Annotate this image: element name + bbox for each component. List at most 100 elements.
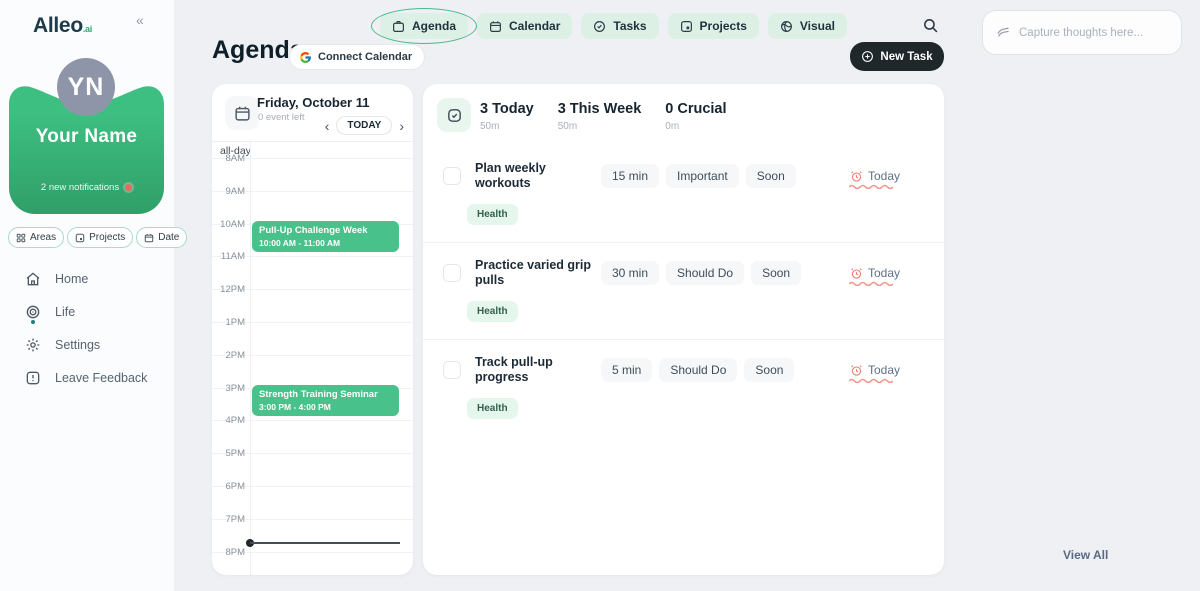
- tab-agenda[interactable]: Agenda: [380, 13, 468, 39]
- capture-thoughts-box: [982, 10, 1182, 55]
- calendar-icon: [144, 233, 154, 243]
- tag-health: Health: [467, 301, 518, 322]
- connect-calendar-button[interactable]: Connect Calendar: [289, 44, 425, 70]
- hour-label: 6PM: [212, 481, 245, 492]
- wavy-underline: [849, 184, 893, 189]
- task-list: Plan weekly workouts 15 min Important So…: [423, 146, 944, 436]
- task-checkbox[interactable]: [443, 167, 461, 185]
- sidebar-filter-projects[interactable]: Projects: [67, 227, 133, 248]
- tag-health: Health: [467, 204, 518, 225]
- hour-label: 7PM: [212, 514, 245, 525]
- tab-visual[interactable]: Visual: [768, 13, 847, 39]
- stat-this-week: 3 This Week 50m: [558, 101, 642, 132]
- event-time: 10:00 AM - 11:00 AM: [259, 238, 392, 248]
- calendar-date-title: Friday, October 11: [257, 95, 369, 110]
- target-icon: [25, 304, 41, 320]
- today-button[interactable]: TODAY: [336, 116, 392, 135]
- globe-icon: [780, 20, 793, 33]
- prev-day-button[interactable]: ‹: [325, 119, 330, 133]
- due-date[interactable]: Today: [850, 266, 900, 280]
- google-icon: [299, 51, 312, 64]
- tag-health: Health: [467, 398, 518, 419]
- tasks-header-icon-box: [437, 98, 471, 132]
- alarm-clock-icon: [850, 170, 863, 183]
- task-title: Track pull-up progress: [475, 355, 599, 385]
- projects-icon: [75, 233, 85, 243]
- when-chip: Soon: [751, 261, 801, 285]
- wavy-underline: [849, 378, 893, 383]
- current-time-line: [250, 542, 400, 544]
- task-title: Practice varied grip pulls: [475, 258, 599, 288]
- calendar-event[interactable]: Pull-Up Challenge Week 10:00 AM - 11:00 …: [252, 221, 399, 252]
- hour-label: 4PM: [212, 415, 245, 426]
- stat-today: 3 Today 50m: [480, 101, 534, 132]
- feedback-icon: [25, 370, 41, 386]
- events-left-label: 0 event left: [258, 112, 304, 123]
- hour-label: 9AM: [212, 186, 245, 197]
- due-label: Today: [868, 363, 900, 377]
- tab-calendar[interactable]: Calendar: [477, 13, 572, 39]
- avatar: YN: [57, 58, 115, 116]
- check-circle-icon: [593, 20, 606, 33]
- tab-tasks[interactable]: Tasks: [581, 13, 658, 39]
- event-title: Pull-Up Challenge Week: [259, 225, 392, 236]
- next-day-button[interactable]: ›: [399, 119, 404, 133]
- view-all-link[interactable]: View All: [1063, 548, 1108, 562]
- notifications-label: 2 new notifications: [41, 182, 119, 193]
- gear-icon: [25, 337, 41, 353]
- when-chip: Soon: [744, 358, 794, 382]
- sidebar-item-home[interactable]: Home: [25, 262, 147, 295]
- plus-circle-icon: [861, 50, 874, 63]
- grid-icon: [16, 233, 26, 243]
- event-title: Strength Training Seminar: [259, 389, 392, 400]
- notification-dot-icon: [125, 184, 132, 191]
- sidebar-collapse-button[interactable]: «: [136, 12, 144, 28]
- pen-icon: [996, 25, 1011, 40]
- sidebar-filter-areas[interactable]: Areas: [8, 227, 64, 248]
- calendar-header-icon-box: [225, 96, 259, 130]
- hour-label: 5PM: [212, 448, 245, 459]
- calendar-event[interactable]: Strength Training Seminar 3:00 PM - 4:00…: [252, 385, 399, 416]
- hour-label: 3PM: [212, 383, 245, 394]
- active-indicator-dot: [31, 320, 35, 324]
- due-date[interactable]: Today: [850, 363, 900, 377]
- sidebar-filter-date[interactable]: Date: [136, 227, 187, 248]
- hour-label: 1PM: [212, 317, 245, 328]
- sidebar: Alleo.ai « YN Your Name 2 new notificati…: [0, 0, 175, 591]
- stat-crucial: 0 Crucial 0m: [665, 101, 726, 132]
- task-title: Plan weekly workouts: [475, 161, 599, 191]
- hour-label: 11AM: [212, 251, 245, 262]
- due-label: Today: [868, 169, 900, 183]
- day-time-grid: all-day 8AM 9AM 10AM 11AM 12PM 1PM 2PM 3…: [212, 141, 413, 575]
- task-checkbox[interactable]: [443, 361, 461, 379]
- check-square-icon: [446, 107, 463, 124]
- user-name: Your Name: [9, 126, 164, 148]
- duration-chip: 15 min: [601, 164, 659, 188]
- app-logo-suffix: .ai: [83, 24, 92, 34]
- sidebar-item-leave-feedback[interactable]: Leave Feedback: [25, 361, 147, 394]
- home-icon: [25, 271, 41, 287]
- calendar-nav: ‹ TODAY ›: [325, 116, 404, 135]
- app-logo: Alleo.ai: [33, 14, 92, 38]
- due-date[interactable]: Today: [850, 169, 900, 183]
- sidebar-item-settings[interactable]: Settings: [25, 328, 147, 361]
- wavy-underline: [849, 281, 893, 286]
- tasks-panel: 3 Today 50m 3 This Week 50m 0 Crucial 0m…: [423, 84, 944, 575]
- top-navigation: Agenda Calendar Tasks Projects Visual: [380, 13, 847, 39]
- tasks-stats: 3 Today 50m 3 This Week 50m 0 Crucial 0m: [480, 101, 727, 132]
- new-task-button[interactable]: New Task: [850, 42, 944, 71]
- collapse-icon: «: [136, 12, 144, 28]
- projects-icon: [680, 20, 693, 33]
- task-row: Practice varied grip pulls 30 min Should…: [423, 243, 944, 340]
- notifications[interactable]: 2 new notifications: [9, 182, 164, 193]
- sidebar-item-life[interactable]: Life: [25, 295, 147, 328]
- calendar-icon: [234, 105, 251, 122]
- task-checkbox[interactable]: [443, 264, 461, 282]
- priority-chip: Important: [666, 164, 739, 188]
- hour-label: 10AM: [212, 219, 245, 230]
- capture-thoughts-input[interactable]: [1019, 27, 1168, 39]
- when-chip: Soon: [746, 164, 796, 188]
- tab-projects[interactable]: Projects: [668, 13, 759, 39]
- alarm-clock-icon: [850, 267, 863, 280]
- search-button[interactable]: [922, 17, 939, 34]
